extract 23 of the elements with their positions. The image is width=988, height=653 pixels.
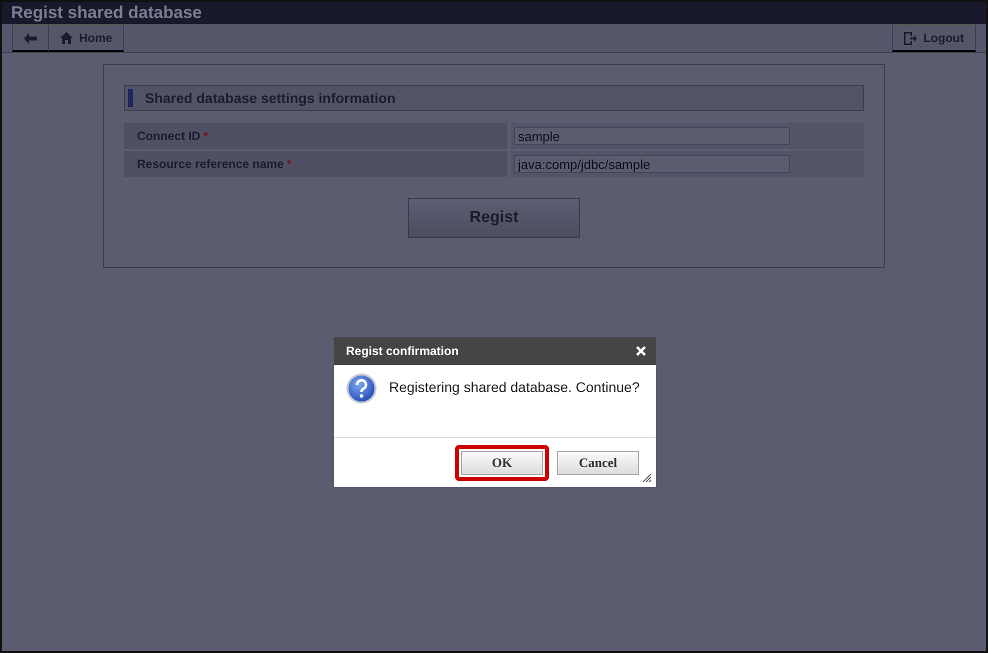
dialog-title: Regist confirmation: [346, 344, 459, 358]
section-title: Shared database settings information: [145, 90, 396, 106]
regist-button[interactable]: Regist: [408, 198, 580, 238]
house-icon: [60, 32, 73, 44]
text-field[interactable]: sample: [514, 127, 790, 145]
required-mark: *: [286, 157, 292, 171]
field-label: Resource reference name: [137, 157, 284, 171]
window-title: Regist shared database: [11, 3, 202, 23]
dialog-button[interactable]: Cancel: [557, 450, 639, 474]
question-icon: [346, 373, 377, 404]
resize-grip-icon[interactable]: [642, 473, 652, 483]
field-label: Connect ID: [137, 129, 200, 143]
dialog-message: Registering shared database. Continue?: [389, 378, 640, 397]
exit-door-icon: [904, 32, 918, 44]
required-mark: *: [203, 129, 208, 143]
back-arrow-icon: [24, 32, 37, 44]
back-button[interactable]: [12, 24, 49, 52]
close-icon[interactable]: [636, 346, 646, 356]
accent-bar: [128, 89, 133, 107]
text-field[interactable]: java:comp/jdbc/sample: [514, 155, 790, 173]
logout-button[interactable]: Logout: [892, 24, 976, 52]
dialog-button[interactable]: OK: [461, 450, 543, 474]
home-button[interactable]: Home: [49, 24, 124, 52]
